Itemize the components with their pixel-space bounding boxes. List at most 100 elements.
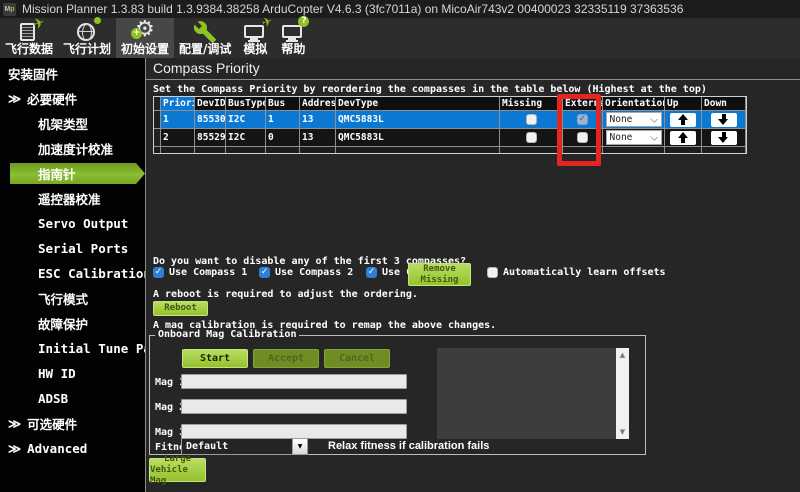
sidebar-item-frame-type[interactable]: 机架类型 [0,111,145,136]
external-checkbox[interactable] [577,132,588,143]
sidebar-item-advanced[interactable]: ≫ Advanced [0,436,145,461]
col-header-up[interactable]: Up [665,97,702,111]
tab-initial-setup[interactable]: ⚙+ 初始设置 [116,18,174,58]
reboot-button[interactable]: Reboot [153,301,208,316]
title-bar: Mp Mission Planner 1.3.83 build 1.3.9384… [0,0,800,18]
orientation-select[interactable]: None [606,130,662,145]
cell-bustype[interactable]: I2C [226,129,266,147]
button-label: Start [200,353,230,364]
cell-bus[interactable]: 1 [266,111,300,129]
col-header-priority[interactable]: Priorit [161,97,195,111]
cell-devid[interactable]: 855305 [195,111,226,129]
tab-flight-data[interactable]: ✈ 飞行数据 [0,18,58,58]
divider [146,79,800,80]
col-header-devid[interactable]: DevID [195,97,226,111]
sidebar-item-flight-modes[interactable]: 飞行模式 [0,286,145,311]
sidebar-item-compass[interactable]: 指南针 [0,161,145,186]
sidebar-item-label: 机架类型 [38,114,88,133]
chevrons-icon: ≫ [8,416,21,431]
chevron-down-icon [650,115,658,123]
button-label: Accept [268,353,304,364]
scroll-down-icon[interactable]: ▼ [620,425,625,439]
move-down-button[interactable] [711,113,737,127]
sidebar-item-label: 可选硬件 [27,414,77,433]
use-compass-2-checkbox[interactable]: ✓ Use Compass 2 [259,267,353,278]
main-toolbar: ✈ 飞行数据 飞行计划 ⚙+ 初始设置 配置/调试 [0,18,800,58]
cell-devtype[interactable]: QMC5883L [336,129,500,147]
sidebar-item-hw-id[interactable]: HW ID [0,361,145,386]
sidebar-item-initial-tune[interactable]: Initial Tune Params [0,336,145,361]
col-header-bus[interactable]: Bus [266,97,300,111]
auto-learn-offsets-checkbox[interactable]: Automatically learn offsets [487,267,666,278]
col-header-address[interactable]: Address [300,97,336,111]
tab-label: 模拟 [243,40,267,57]
remove-missing-button[interactable]: Remove Missing [408,263,471,286]
sidebar-item-esc-calibration[interactable]: ESC Calibration [0,261,145,286]
use-compass-1-checkbox[interactable]: ✓ Use Compass 1 [153,267,247,278]
cell-address[interactable]: 13 [300,111,336,129]
fitness-select[interactable]: Default ▼ [181,438,308,455]
sidebar-item-accel-calibration[interactable]: 加速度计校准 [0,136,145,161]
cell-address[interactable]: 13 [300,129,336,147]
external-checkbox[interactable]: ✓ [577,114,588,125]
window-title: Mission Planner 1.3.83 build 1.3.9384.38… [22,2,683,16]
move-up-button[interactable] [670,131,696,145]
move-down-button[interactable] [711,131,737,145]
cell-priority[interactable]: 1 [161,111,195,129]
tab-config-tuning[interactable]: 配置/调试 [174,18,236,58]
mag1-progressbar [181,374,407,389]
tab-simulation[interactable]: ✈ 模拟 [236,18,274,58]
col-header-missing[interactable]: Missing [500,97,563,111]
sidebar-item-install-firmware[interactable]: 安装固件 [0,61,145,86]
sidebar-item-label: ADSB [38,391,68,406]
sidebar-item-failsafe[interactable]: 故障保护 [0,311,145,336]
cell-bustype[interactable]: I2C [226,111,266,129]
row-selector[interactable] [154,111,161,129]
move-up-button[interactable] [670,113,696,127]
col-header-external[interactable]: Externa [563,97,603,111]
scroll-up-icon[interactable]: ▲ [620,348,625,362]
col-header-down[interactable]: Down [702,97,746,111]
setup-sidebar: 安装固件 ≫ 必要硬件 机架类型 加速度计校准 指南针 遥控器校准 Servo … [0,58,145,492]
log-scrollbar[interactable]: ▲ ▼ [616,348,629,439]
chevrons-icon: ≫ [8,441,21,456]
cancel-button[interactable]: Cancel [324,349,390,368]
sidebar-item-label: 故障保护 [38,314,88,333]
sidebar-item-adsb[interactable]: ADSB [0,386,145,411]
sidebar-item-label: 飞行模式 [38,289,88,308]
sidebar-item-radio-calibration[interactable]: 遥控器校准 [0,186,145,211]
large-vehicle-mag-button[interactable]: Large Vehicle Mag [149,458,206,482]
sidebar-item-mandatory-hardware[interactable]: ≫ 必要硬件 [0,86,145,111]
onboard-mag-calibration-group: Onboard Mag Calibration Start Accept Can… [149,335,646,455]
row-selector[interactable] [154,129,161,147]
sidebar-item-label: 遥控器校准 [38,189,101,208]
col-header-orientation[interactable]: Orientation [603,97,665,111]
cell-bus[interactable]: 0 [266,129,300,147]
cell-devtype[interactable]: QMC5883L [336,111,500,129]
mission-planner-window: Mp Mission Planner 1.3.83 build 1.3.9384… [0,0,800,492]
fitness-value: Default [186,441,228,452]
missing-checkbox[interactable] [526,132,537,143]
col-header-devtype[interactable]: DevType [336,97,500,111]
checkbox-icon: ✓ [259,267,270,278]
accept-button[interactable]: Accept [253,349,319,368]
page-title: Compass Priority [153,60,260,76]
missing-checkbox[interactable] [526,114,537,125]
sidebar-item-label: Servo Output [38,216,128,231]
sidebar-item-serial-ports[interactable]: Serial Ports [0,236,145,261]
cell-priority[interactable]: 2 [161,129,195,147]
start-button[interactable]: Start [182,349,248,368]
gears-icon: ⚙+ [131,20,159,40]
sidebar-item-label: 指南针 [38,164,76,183]
cell-devid[interactable]: 855297 [195,129,226,147]
col-header-bustype[interactable]: BusType [226,97,266,111]
tab-label: 飞行数据 [5,40,53,57]
sidebar-item-servo-output[interactable]: Servo Output [0,211,145,236]
relax-fitness-note: Relax fitness if calibration fails [328,440,489,452]
sidebar-item-optional-hardware[interactable]: ≫ 可选硬件 [0,411,145,436]
tab-flight-plan[interactable]: 飞行计划 [58,18,116,58]
tab-help[interactable]: ? 帮助 [274,18,312,58]
orientation-select[interactable]: None [606,112,662,127]
checkbox-icon: ✓ [153,267,164,278]
reboot-note: A reboot is required to adjust the order… [153,289,418,300]
